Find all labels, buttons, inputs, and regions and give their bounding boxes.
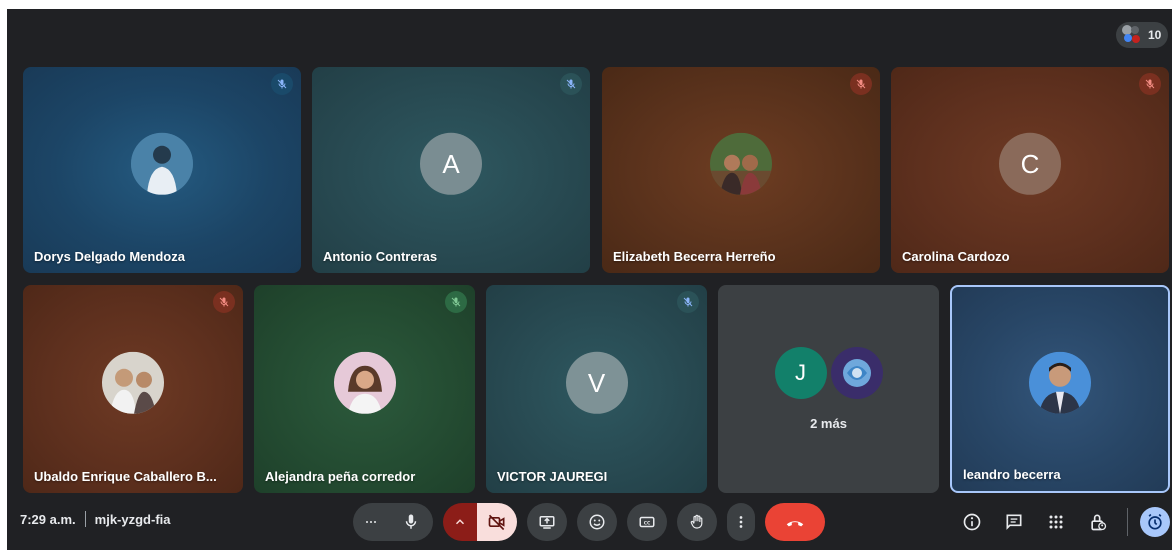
camera-off-icon <box>488 514 505 531</box>
mic-off-icon <box>850 73 872 95</box>
chevron-up-icon <box>455 519 465 525</box>
clock-time: 7:29 a.m. <box>20 511 76 527</box>
participant-tile[interactable]: Dorys Delgado Mendoza <box>23 67 301 273</box>
audio-settings-button[interactable] <box>353 503 389 541</box>
chat-button[interactable] <box>995 503 1033 541</box>
overflow-avatars: J <box>774 347 883 399</box>
end-call-icon <box>786 521 804 527</box>
participants-count: 10 <box>1148 28 1162 42</box>
mic-off-icon <box>560 73 582 95</box>
participant-tile[interactable]: C Carolina Cardozo <box>891 67 1169 273</box>
participant-name: Carolina Cardozo <box>902 249 1010 264</box>
host-controls-icon <box>1091 514 1107 531</box>
participant-avatar <box>710 132 772 195</box>
meet-stage: 10 Dorys Delgado Mendoza A Antonio Contr… <box>7 9 1172 550</box>
leave-call-button[interactable] <box>765 503 825 541</box>
host-controls-button[interactable] <box>1079 503 1117 541</box>
timer-button[interactable] <box>1138 503 1172 541</box>
overflow-label: 2 más <box>810 416 847 431</box>
chat-icon <box>1006 514 1022 530</box>
mic-control-group <box>353 503 433 541</box>
present-icon <box>539 516 555 529</box>
captions-button[interactable]: CC <box>627 503 667 541</box>
overflow-initial: J <box>774 347 827 399</box>
participant-name: Dorys Delgado Mendoza <box>34 249 185 264</box>
meeting-code[interactable]: mjk-yzgd-fia <box>95 512 171 527</box>
top-bar: 10 <box>7 9 1172 65</box>
participant-avatar <box>102 351 164 414</box>
self-tile[interactable]: leandro becerra <box>950 285 1170 493</box>
participant-name: VICTOR JAUREGI <box>497 469 608 484</box>
side-controls <box>949 503 1172 541</box>
meeting-info: 7:29 a.m. mjk-yzgd-fia <box>20 511 171 527</box>
self-avatar <box>1029 351 1091 414</box>
participant-tile[interactable]: A Antonio Contreras <box>312 67 590 273</box>
info-icon <box>963 513 981 531</box>
overflow-logo-avatar <box>830 347 883 399</box>
activities-button[interactable] <box>1037 503 1075 541</box>
mic-off-icon <box>445 291 467 313</box>
mic-off-icon <box>677 291 699 313</box>
bottom-bar: 7:29 a.m. mjk-yzgd-fia CC <box>7 495 1172 550</box>
meeting-details-button[interactable] <box>953 503 991 541</box>
participant-avatar <box>131 132 193 195</box>
participant-name: Alejandra peña corredor <box>265 469 416 484</box>
raise-hand-icon <box>690 514 703 529</box>
mic-off-icon <box>213 291 235 313</box>
mic-icon <box>405 514 417 529</box>
participant-initial: C <box>999 132 1061 195</box>
video-settings-button[interactable] <box>443 503 477 541</box>
participant-name: Elizabeth Becerra Herreño <box>613 249 776 264</box>
participant-avatars-icon <box>1122 25 1142 45</box>
participant-name: Antonio Contreras <box>323 249 438 264</box>
participant-avatar <box>333 351 396 414</box>
participant-tile[interactable]: Alejandra peña corredor <box>254 285 475 493</box>
present-button[interactable] <box>527 503 567 541</box>
raise-hand-button[interactable] <box>677 503 717 541</box>
timer-icon <box>1140 507 1170 537</box>
participant-name: leandro becerra <box>963 467 1061 482</box>
camera-button[interactable] <box>477 503 517 541</box>
emoji-icon <box>589 514 605 530</box>
call-controls: CC <box>353 503 835 541</box>
participant-tile[interactable]: Ubaldo Enrique Caballero B... <box>23 285 243 493</box>
overflow-participants-tile[interactable]: J 2 más <box>718 285 939 493</box>
participant-name: Ubaldo Enrique Caballero B... <box>34 469 217 484</box>
camera-control-group <box>443 503 517 541</box>
participant-initial: V <box>565 351 628 414</box>
participant-tile[interactable]: Elizabeth Becerra Herreño <box>602 67 880 273</box>
divider <box>1127 508 1128 536</box>
participant-tile[interactable]: V VICTOR JAUREGI <box>486 285 707 493</box>
mic-button[interactable] <box>389 503 433 541</box>
participant-initial: A <box>420 132 482 195</box>
more-options-button[interactable] <box>727 503 755 541</box>
mic-off-icon <box>1139 73 1161 95</box>
svg-text:CC: CC <box>644 520 651 526</box>
participants-chip[interactable]: 10 <box>1116 22 1168 48</box>
more-vert-icon <box>739 516 743 528</box>
reactions-button[interactable] <box>577 503 617 541</box>
mic-off-icon <box>271 73 293 95</box>
captions-icon: CC <box>639 516 655 528</box>
activities-icon <box>1049 515 1063 529</box>
more-horiz-icon <box>366 521 376 523</box>
divider <box>84 511 86 527</box>
